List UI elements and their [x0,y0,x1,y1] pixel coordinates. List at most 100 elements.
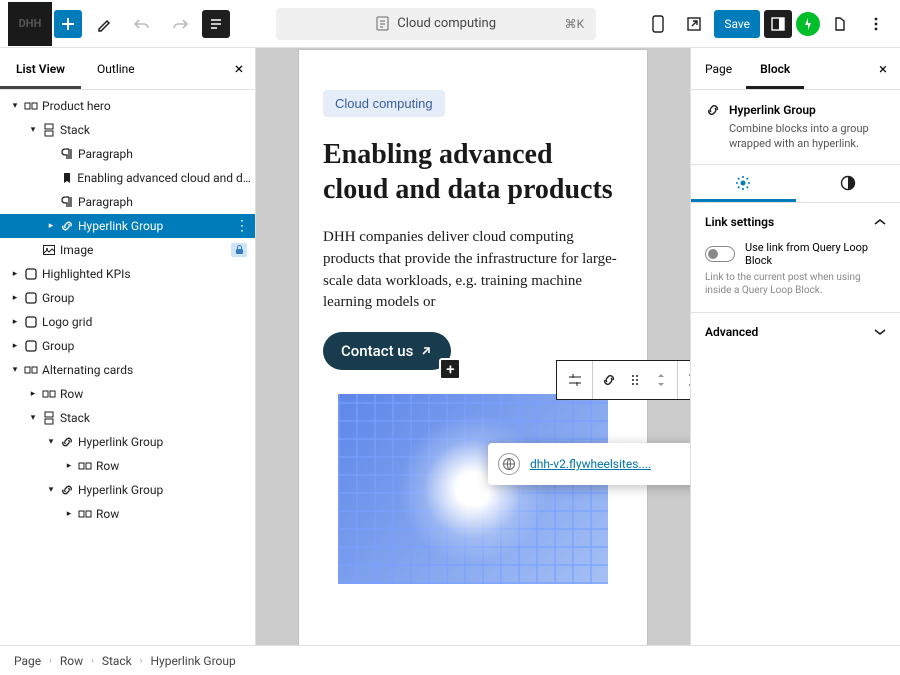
redo-button[interactable] [164,8,196,40]
chevron-down-icon[interactable]: ▾ [42,485,60,495]
subtab-styles[interactable] [796,165,900,202]
tree-item[interactable]: ▸Highlighted KPIs [0,262,255,286]
tree-item[interactable]: ▾ Alternating cards [0,358,255,382]
tree-item-label: Paragraph [78,195,133,209]
tree-item-label: Row [96,507,119,521]
tree-item[interactable]: ▾Hyperlink Group [0,478,255,502]
row-icon [42,387,60,401]
chevron-down-icon[interactable]: ▾ [24,413,42,423]
inspector-toggle-button[interactable] [764,10,792,38]
tab-list-view[interactable]: List View [0,48,81,89]
chevron-down-icon[interactable]: ▾ [6,365,24,375]
breadcrumb-item[interactable]: Row [60,654,83,668]
link-button[interactable] [597,368,621,392]
tree-item[interactable]: ▸ Logo grid [0,310,255,334]
inspector-panel: Page Block × Hyperlink Group Combine blo… [690,48,900,645]
drag-handle[interactable] [623,368,647,392]
hero-heading[interactable]: Enabling advanced cloud and data product… [323,137,623,207]
tree-item[interactable]: ▸Hyperlink Group⋮ [0,214,255,238]
chevron-right-icon[interactable]: ▸ [60,509,78,519]
preview-mobile-button[interactable] [642,8,674,40]
stack-icon [42,123,60,137]
breadcrumb-item[interactable]: Hyperlink Group [150,654,235,668]
site-logo[interactable]: DHH [8,2,52,46]
chevron-right-icon[interactable]: ▸ [6,341,24,351]
link-settings-header[interactable]: Link settings [691,203,900,241]
chevron-right-icon[interactable]: ▸ [6,317,24,327]
tree-item[interactable]: Paragraph [0,190,255,214]
chevron-down-icon[interactable]: ▾ [42,437,60,447]
hero-cta-button[interactable]: Contact us + [323,332,451,370]
chevron-down-icon[interactable]: ▾ [24,125,42,135]
tree-item-label: Group [42,339,74,353]
chevron-right-icon: › [47,656,54,666]
query-loop-toggle[interactable] [705,246,735,262]
chevron-right-icon[interactable]: ▸ [6,269,24,279]
move-updown-button[interactable] [649,368,673,392]
tree-item[interactable]: ▸ Row [0,502,255,526]
toggle-label: Use link from Query Loop Block [745,241,886,267]
align-button[interactable] [678,361,690,399]
view-page-button[interactable] [678,8,710,40]
document-title[interactable]: Cloud computing ⌘K [276,8,596,40]
block-description: Combine blocks into a group wrapped with… [705,122,886,152]
close-inspector-button[interactable]: × [866,48,900,89]
tree-item[interactable]: Paragraph [0,142,255,166]
tree-item[interactable]: ▾ Hyperlink Group [0,430,255,454]
document-title-text: Cloud computing [397,16,496,31]
advanced-header[interactable]: Advanced [691,312,900,351]
plugin-icon[interactable] [824,8,856,40]
tree-item[interactable]: ▸Row [0,382,255,406]
list-view-toggle-button[interactable] [202,10,230,38]
tree-item[interactable]: ▸ Group [0,334,255,358]
hero-image[interactable] [338,394,608,584]
link-settings-body: Use link from Query Loop Block Link to t… [691,241,900,312]
tree-item[interactable]: Enabling advanced cloud and da... [0,166,255,190]
tree-item[interactable]: ▾Product hero [0,94,255,118]
breadcrumb-item[interactable]: Stack [102,654,132,668]
block-inserter-button[interactable]: + [439,358,461,380]
tree-item[interactable]: Image [0,238,255,262]
tree-item[interactable]: ▸Group [0,286,255,310]
chevron-right-icon[interactable]: ▸ [60,461,78,471]
block-actions-button[interactable]: ⋮ [235,218,249,234]
close-list-view-button[interactable]: × [223,48,255,89]
chevron-right-icon[interactable]: ▸ [6,293,24,303]
tree-item[interactable]: ▾Stack [0,406,255,430]
block-type-selector[interactable] [557,361,593,399]
edit-tool-button[interactable] [88,8,120,40]
image-icon [42,243,60,257]
tree-item[interactable]: ▸Row [0,454,255,478]
jetpack-icon[interactable] [796,12,820,36]
tab-outline[interactable]: Outline [81,48,151,89]
tab-page[interactable]: Page [691,48,746,89]
tree-item-label: Hyperlink Group [78,435,163,449]
subtab-settings[interactable] [691,165,796,202]
chevron-down-icon[interactable]: ▾ [6,101,24,111]
block-card: Hyperlink Group Combine blocks into a gr… [691,90,900,165]
tab-block[interactable]: Block [746,48,804,89]
tree-item-label: Alternating cards [42,363,133,377]
tree-item-label: Enabling advanced cloud and da... [77,171,255,185]
chevron-right-icon[interactable]: ▸ [42,221,60,231]
chevron-right-icon[interactable]: ▸ [24,389,42,399]
options-menu-button[interactable] [860,8,892,40]
group-icon [24,339,42,353]
save-button[interactable]: Save [714,10,760,38]
hero-badge[interactable]: Cloud computing [323,90,445,117]
link-icon [60,435,78,449]
inspector-subtabs [691,165,900,203]
link-popover: dhh-v2.flywheelsites.... [488,443,690,485]
bookmark-icon [60,171,78,185]
paragraph-icon [60,147,78,161]
editor-canvas[interactable]: Cloud computing Enabling advanced cloud … [299,50,647,645]
tree-item-label: Logo grid [42,315,92,329]
link-url[interactable]: dhh-v2.flywheelsites.... [530,457,651,471]
contrast-icon [840,175,856,191]
add-block-button[interactable] [54,10,82,38]
undo-button[interactable] [126,8,158,40]
tree-item-label: Stack [60,123,90,137]
hero-paragraph[interactable]: DHH companies deliver cloud computing pr… [323,227,623,314]
tree-item[interactable]: ▾ Stack [0,118,255,142]
breadcrumb-item[interactable]: Page [14,654,41,668]
